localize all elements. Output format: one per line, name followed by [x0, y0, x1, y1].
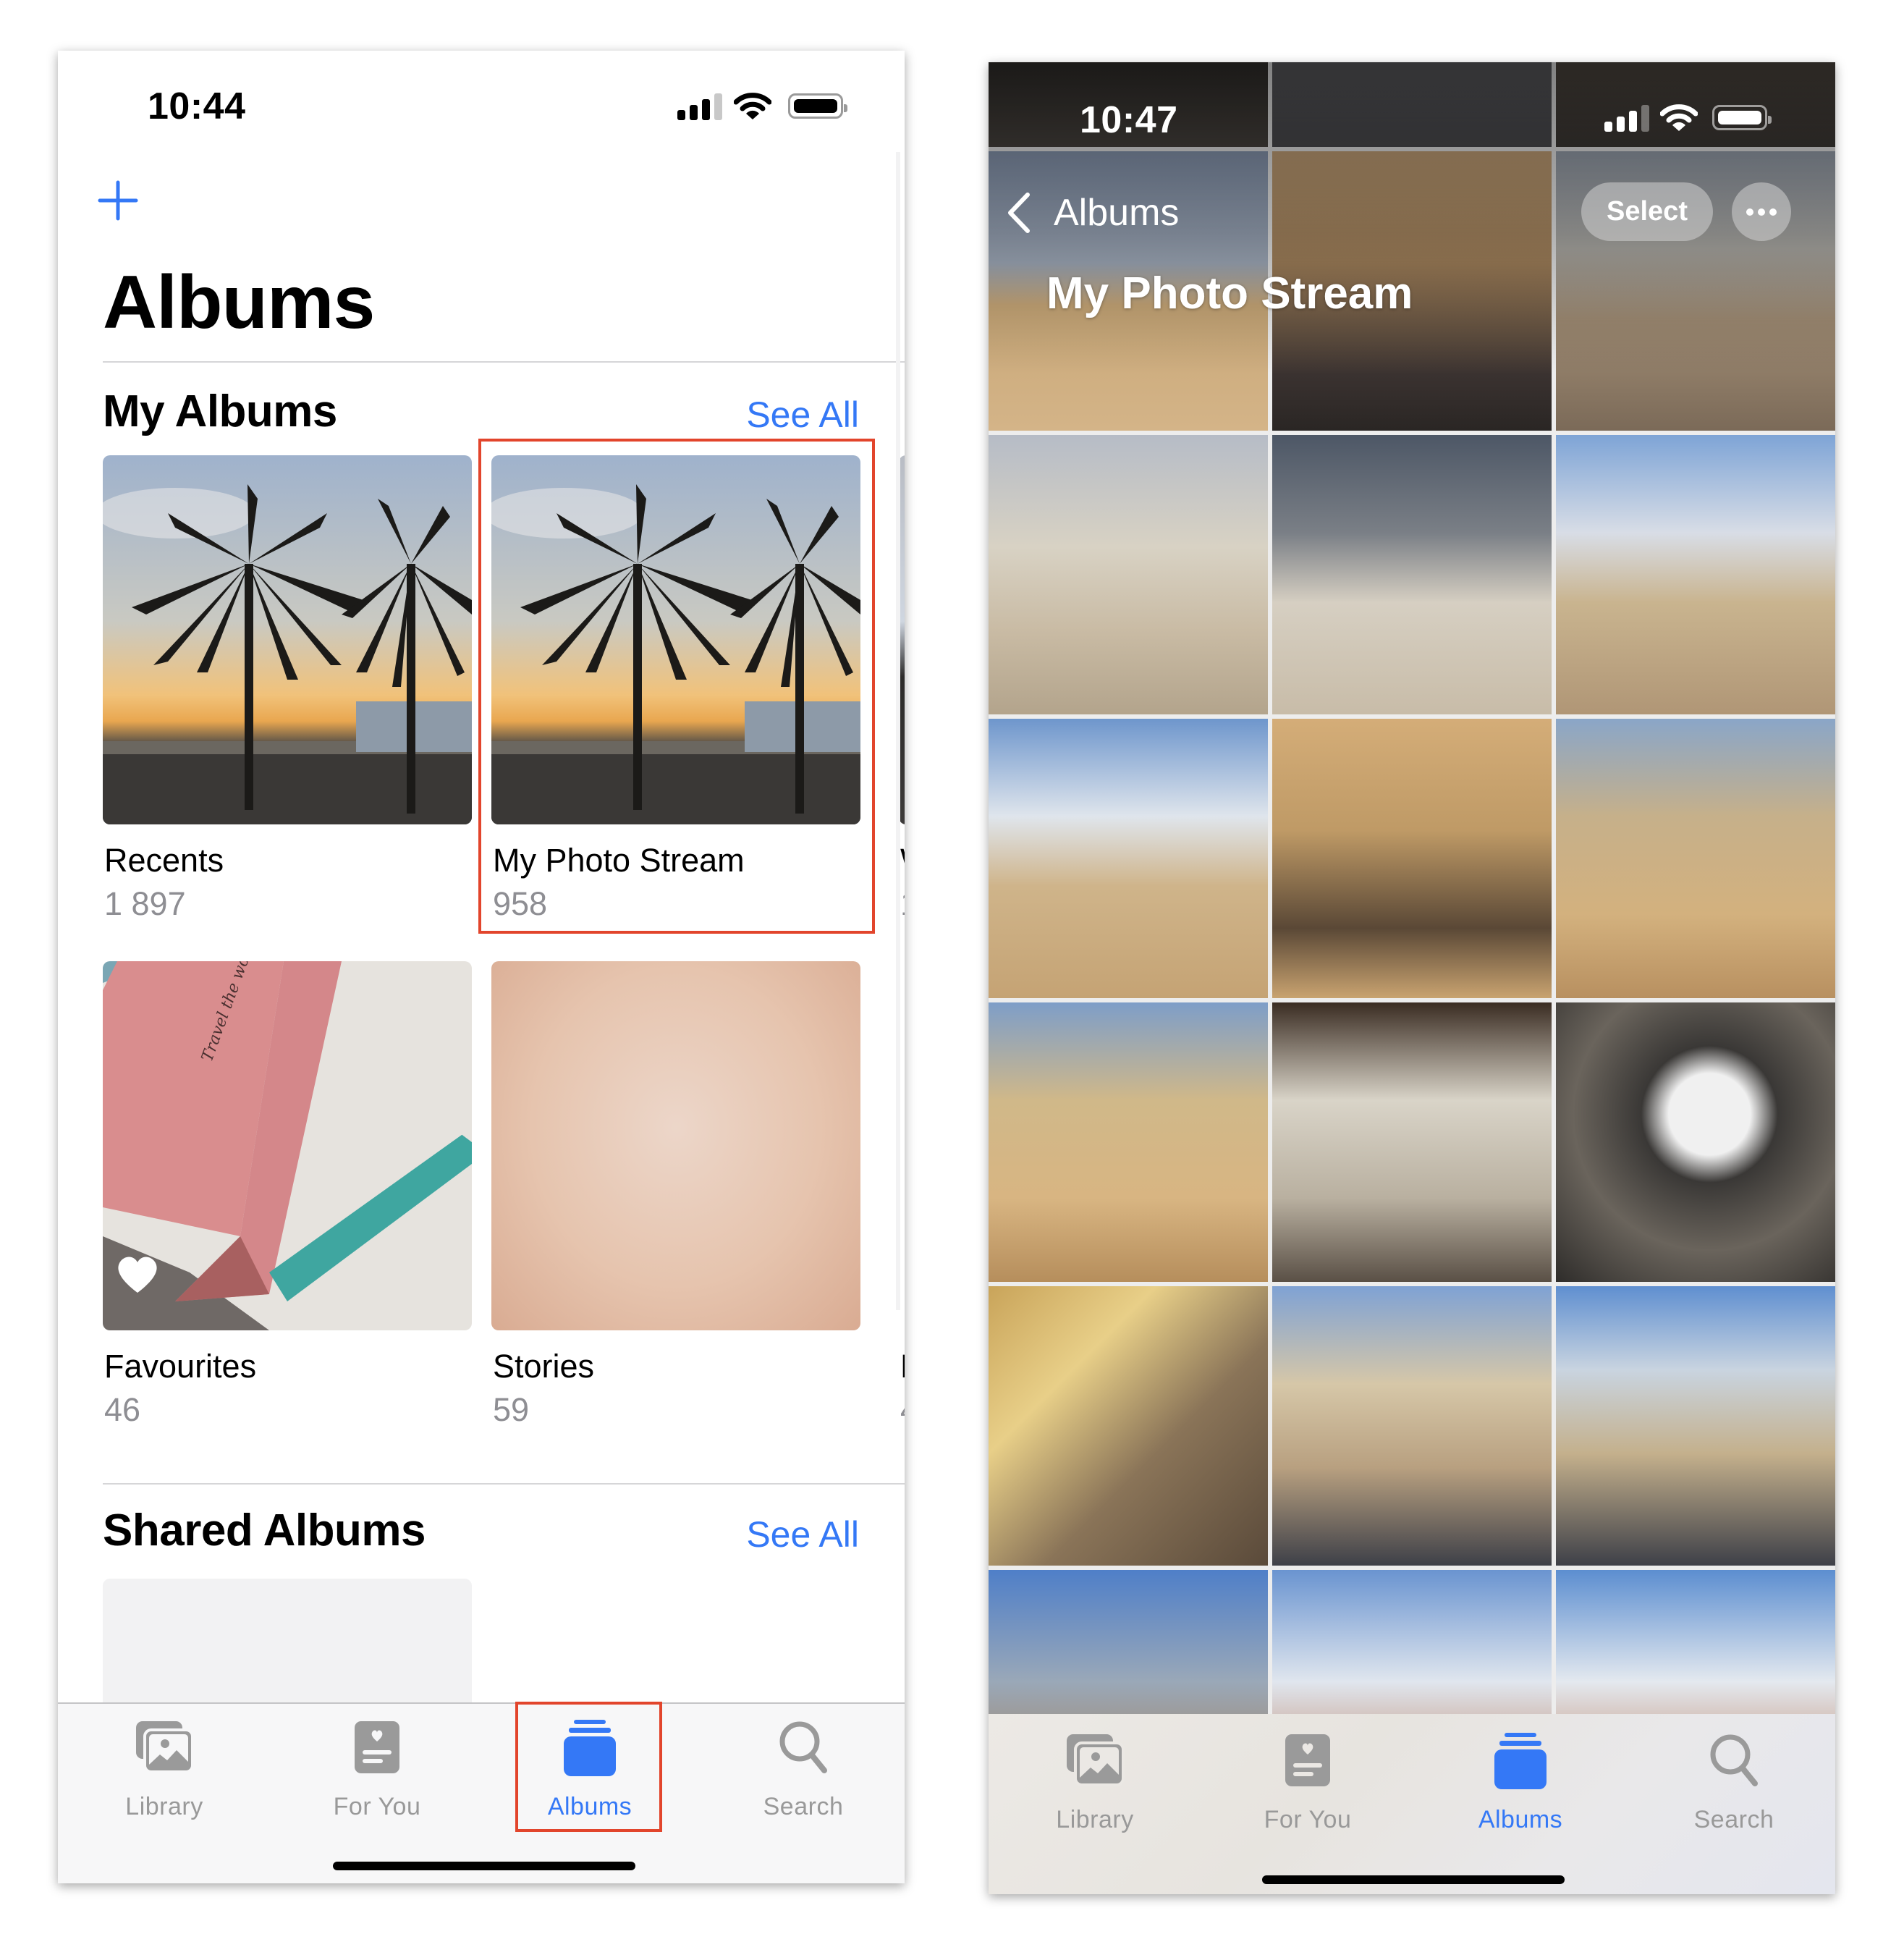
photo-library-icon: [136, 1721, 194, 1773]
shared-albums-heading: Shared Albums: [103, 1506, 426, 1555]
tab-label: Albums: [1478, 1806, 1563, 1833]
album-name: Stories: [493, 1348, 595, 1385]
photo-thumbnail[interactable]: [989, 435, 1268, 714]
album-thumbnail: [103, 455, 472, 824]
album-favourites[interactable]: Travel the world Favourites 46: [103, 961, 472, 1428]
home-indicator[interactable]: [1262, 1875, 1565, 1884]
more-options-button[interactable]: [1732, 182, 1791, 241]
for-you-icon: [1285, 1734, 1330, 1786]
photo-thumbnail[interactable]: [989, 1002, 1268, 1282]
tab-albums[interactable]: Albums: [1441, 1733, 1600, 1841]
album-count: 46: [104, 1391, 141, 1428]
home-indicator[interactable]: [333, 1862, 635, 1870]
album-name: Recents: [104, 842, 224, 879]
photo-library-icon: [1067, 1734, 1125, 1786]
tab-bar: Library For You Albums Search: [58, 1702, 905, 1883]
tab-for-you[interactable]: For You: [297, 1720, 457, 1828]
back-button[interactable]: Albums: [1004, 185, 1179, 240]
album-thumbnail: [491, 961, 860, 1330]
album-stories[interactable]: Stories 59: [491, 961, 860, 1428]
tab-search[interactable]: Search: [1654, 1733, 1814, 1841]
photo-thumbnail[interactable]: [989, 1286, 1268, 1566]
tab-label: Search: [763, 1793, 844, 1820]
shared-album-placeholder[interactable]: [103, 1579, 472, 1723]
title-divider: [103, 361, 905, 363]
photo-thumbnail[interactable]: [1272, 1286, 1552, 1566]
section-divider: [103, 1483, 905, 1485]
cellular-signal-icon: [677, 93, 722, 120]
chevron-left-icon: [1008, 193, 1030, 233]
my-albums-heading: My Albums: [103, 387, 337, 436]
for-you-icon: [355, 1721, 399, 1773]
photo-thumbnail[interactable]: [989, 719, 1268, 998]
page-title: Albums: [103, 261, 375, 345]
ellipsis-icon: [1746, 208, 1777, 216]
cellular-signal-icon: [1604, 105, 1649, 132]
album-count: 59: [493, 1391, 530, 1428]
album-recents[interactable]: Recents 1 897: [103, 455, 472, 922]
photo-thumbnail[interactable]: [1556, 435, 1835, 714]
album-name: W: [900, 840, 905, 881]
albums-tab-highlight: [515, 1702, 662, 1832]
my-photo-stream-highlight: [478, 439, 875, 934]
album-name: Favourites: [104, 1348, 257, 1385]
album-count: 15: [900, 884, 905, 924]
tab-label: Library: [1056, 1806, 1134, 1833]
battery-icon: [1712, 105, 1772, 130]
tab-label: Search: [1693, 1806, 1774, 1833]
tab-library[interactable]: Library: [85, 1720, 244, 1828]
tab-bar: Library For You Albums Search: [989, 1714, 1835, 1894]
photo-thumbnail[interactable]: [1272, 719, 1552, 998]
search-icon: [1710, 1734, 1758, 1786]
album-title: My Photo Stream: [1046, 269, 1413, 318]
album-count: 1 897: [104, 885, 186, 922]
tab-library[interactable]: Library: [1015, 1733, 1175, 1841]
album-thumbnail: Travel the world: [103, 961, 472, 1330]
tab-label: Library: [125, 1793, 203, 1820]
status-time: 10:44: [148, 85, 246, 127]
shared-albums-see-all-link[interactable]: See All: [746, 1513, 859, 1556]
my-albums-see-all-link[interactable]: See All: [746, 393, 859, 436]
select-button[interactable]: Select: [1581, 182, 1713, 241]
album-name: D: [900, 1346, 905, 1387]
scrollbar[interactable]: [896, 152, 900, 1310]
tab-label: For You: [333, 1793, 421, 1820]
tab-for-you[interactable]: For You: [1228, 1733, 1387, 1841]
status-time: 10:47: [1080, 99, 1178, 141]
photo-thumbnail[interactable]: [1272, 435, 1552, 714]
plus-icon[interactable]: [98, 180, 138, 221]
photo-stream-screen: 10:47 Albums My Photo Stream Select Libr…: [989, 62, 1835, 1894]
photo-thumbnail[interactable]: [1556, 1286, 1835, 1566]
albums-stack-icon: [1494, 1733, 1547, 1789]
back-label: Albums: [1054, 192, 1180, 234]
tab-label: For You: [1264, 1806, 1352, 1833]
wifi-icon: [734, 93, 771, 119]
tab-search[interactable]: Search: [724, 1720, 883, 1828]
photo-thumbnail[interactable]: [1556, 1002, 1835, 1282]
search-icon: [779, 1721, 827, 1773]
wifi-icon: [1660, 104, 1698, 131]
albums-screen: 10:44 Albums My Albums See All Recents 1…: [58, 51, 905, 1883]
photo-thumbnail[interactable]: [1556, 719, 1835, 998]
photo-thumbnail[interactable]: [1272, 1002, 1552, 1282]
battery-icon: [788, 93, 847, 119]
album-count: 4: [900, 1390, 905, 1430]
